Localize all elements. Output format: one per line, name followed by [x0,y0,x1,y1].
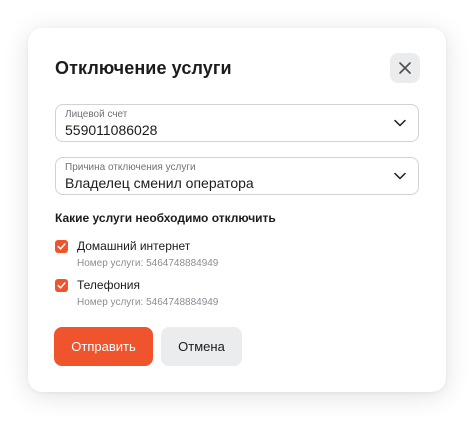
submit-button[interactable]: Отправить [54,327,153,366]
service-number: Номер услуги: 5464748884949 [77,258,219,269]
internet-checkbox[interactable] [55,240,68,253]
service-number: Номер услуги: 5464748884949 [77,297,219,308]
service-name: Телефония [77,278,140,292]
service-item-telephony: Телефония Номер услуги: 5464748884949 [55,278,275,318]
checkmark-icon [57,243,66,250]
service-item-internet: Домашний интернет Номер услуги: 54647488… [55,239,275,279]
reason-select-label: Причина отключения услуги [65,162,196,173]
close-button[interactable] [390,53,420,83]
account-select[interactable]: Лицевой счет 559011086028 [55,104,419,142]
account-select-value: 559011086028 [65,122,158,138]
chevron-down-icon [394,172,406,180]
reason-select-value: Владелец сменил оператора [65,175,254,191]
service-name: Домашний интернет [77,239,191,253]
account-select-label: Лицевой счет [65,109,128,120]
reason-select[interactable]: Причина отключения услуги Владелец смени… [55,157,419,195]
telephony-checkbox[interactable] [55,279,68,292]
dialog-title: Отключение услуги [55,58,232,78]
close-icon [399,62,411,74]
checkmark-icon [57,282,66,289]
services-section-title: Какие услуги необходимо отключить [55,211,276,225]
disconnect-service-dialog: Отключение услуги Лицевой счет 559011086… [28,28,446,392]
chevron-down-icon [394,119,406,127]
cancel-button[interactable]: Отмена [161,327,242,366]
